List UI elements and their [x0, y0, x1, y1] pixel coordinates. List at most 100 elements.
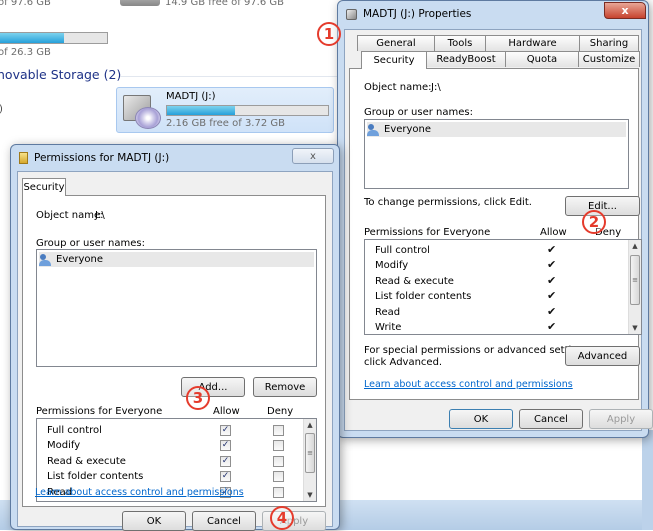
- learn-link[interactable]: Learn about access control and permissio…: [35, 487, 244, 498]
- permissions-scrollbar[interactable]: ▲ ≡ ▼: [628, 240, 641, 334]
- allow-checkbox[interactable]: ✓: [220, 471, 231, 482]
- scroll-up-icon[interactable]: ▲: [304, 419, 316, 431]
- permissions-list[interactable]: Full control Modify Read & execute List …: [364, 239, 642, 335]
- tab-security[interactable]: Security: [22, 178, 66, 196]
- list-item[interactable]: Everyone: [39, 252, 314, 267]
- remove-button[interactable]: Remove: [253, 377, 317, 397]
- left-usage-bar: [0, 32, 108, 44]
- permission-row: Modify: [47, 440, 81, 451]
- permissions-titlebar[interactable]: Permissions for MADTJ (J:): [11, 145, 339, 171]
- scroll-down-icon[interactable]: ▼: [304, 489, 316, 501]
- close-icon: x: [310, 150, 316, 162]
- cancel-button[interactable]: Cancel: [192, 511, 256, 531]
- permission-row: Read & execute: [375, 276, 454, 287]
- permission-row: List folder contents: [375, 291, 472, 302]
- annotation-badge-2: 2: [582, 210, 606, 234]
- permissions-scrollbar[interactable]: ▲ ≡ ▼: [303, 419, 316, 501]
- deny-header: Deny: [267, 406, 294, 417]
- users-icon: [39, 253, 53, 266]
- tab-general[interactable]: General: [357, 35, 435, 51]
- permission-row: Read & execute: [47, 456, 126, 467]
- permission-row: Read: [375, 307, 401, 318]
- special-permissions-text-2: click Advanced.: [364, 357, 443, 368]
- drive-name: MADTJ (J:): [166, 91, 216, 102]
- left-top-text: of 97.6 GB: [0, 0, 51, 8]
- permission-row: Modify: [375, 260, 409, 271]
- permissions-close-button[interactable]: x: [292, 148, 334, 164]
- allow-check-icon: ✔: [547, 258, 557, 271]
- tab-hardware[interactable]: Hardware: [485, 35, 580, 51]
- group-label: Group or user names:: [364, 107, 473, 118]
- properties-drive-icon: [346, 8, 357, 20]
- permissions-client: Security Object name: J:\ Group or user …: [17, 171, 333, 531]
- allow-header: Allow: [540, 227, 567, 238]
- scroll-thumb[interactable]: ≡: [630, 255, 640, 305]
- apply-button[interactable]: Apply: [589, 409, 653, 429]
- allow-check-icon: ✔: [547, 289, 557, 302]
- tab-quota[interactable]: Quota: [505, 51, 579, 67]
- scroll-up-icon[interactable]: ▲: [629, 240, 641, 252]
- allow-checkbox[interactable]: ✓: [220, 456, 231, 467]
- ok-button[interactable]: OK: [122, 511, 186, 531]
- permission-row: Write: [375, 322, 402, 333]
- properties-title: MADTJ (J:) Properties: [363, 8, 472, 20]
- deny-checkbox[interactable]: [273, 471, 284, 482]
- cancel-button[interactable]: Cancel: [519, 409, 583, 429]
- tab-tools[interactable]: Tools: [434, 35, 486, 51]
- annotation-badge-4: 4: [270, 506, 294, 530]
- allow-checkbox[interactable]: ✓: [220, 425, 231, 436]
- tab-security[interactable]: Security: [361, 51, 427, 69]
- drive-top-free-text: 14.9 GB free of 97.6 GB: [165, 0, 284, 8]
- removable-storage-heading[interactable]: novable Storage (2): [0, 67, 121, 82]
- right-frame-edge: [642, 430, 653, 530]
- properties-close-button[interactable]: x: [604, 2, 646, 19]
- advanced-button[interactable]: Advanced: [565, 346, 640, 366]
- drive-free-text: 2.16 GB free of 3.72 GB: [166, 118, 285, 129]
- security-panel: Object name: J:\ Group or user names: Ev…: [22, 195, 326, 507]
- drive-usage-bar: [166, 105, 329, 116]
- annotation-badge-3: 3: [186, 386, 210, 410]
- change-permissions-text: To change permissions, click Edit.: [364, 197, 532, 208]
- permissions-title: Permissions for MADTJ (J:): [34, 152, 170, 164]
- deny-checkbox[interactable]: [273, 456, 284, 467]
- group-label: Group or user names:: [36, 238, 145, 249]
- deny-checkbox[interactable]: [273, 487, 284, 498]
- folder-icon: [19, 152, 28, 164]
- removable-drive-icon: [121, 93, 163, 129]
- object-name-value: J:\: [95, 210, 105, 221]
- drive-top-icon: [120, 0, 160, 6]
- permission-row: List folder contents: [47, 471, 144, 482]
- paren-fragment: ): [0, 104, 3, 115]
- group-list[interactable]: Everyone: [36, 249, 317, 367]
- special-permissions-text-1: For special permissions or advanced sett…: [364, 345, 593, 356]
- ok-button[interactable]: OK: [449, 409, 513, 429]
- scroll-thumb[interactable]: ≡: [305, 433, 315, 473]
- allow-check-icon: ✔: [547, 243, 557, 256]
- scroll-down-icon[interactable]: ▼: [629, 322, 641, 334]
- security-tab-panel: Object name: J:\ Group or user names: Ev…: [349, 68, 642, 400]
- list-item[interactable]: Everyone: [367, 122, 626, 137]
- allow-checkbox[interactable]: ✓: [220, 440, 231, 451]
- group-list[interactable]: Everyone: [364, 119, 629, 189]
- object-name-value: J:\: [431, 82, 441, 93]
- allow-header: Allow: [213, 406, 240, 417]
- allow-check-icon: ✔: [547, 320, 557, 333]
- perm-header: Permissions for Everyone: [364, 227, 491, 238]
- learn-link[interactable]: Learn about access control and permissio…: [364, 379, 573, 390]
- allow-check-icon: ✔: [547, 274, 557, 287]
- heading-divider: [120, 76, 340, 77]
- close-icon: x: [621, 4, 629, 17]
- properties-titlebar[interactable]: MADTJ (J:) Properties: [338, 1, 648, 27]
- allow-check-icon: ✔: [547, 305, 557, 318]
- perm-header: Permissions for Everyone: [36, 406, 163, 417]
- deny-checkbox[interactable]: [273, 425, 284, 436]
- users-icon: [367, 123, 381, 136]
- deny-checkbox[interactable]: [273, 440, 284, 451]
- drive-tile[interactable]: MADTJ (J:) 2.16 GB free of 3.72 GB: [116, 87, 334, 133]
- tab-customize[interactable]: Customize: [578, 51, 640, 67]
- annotation-badge-1: 1: [317, 22, 341, 46]
- permissions-dialog: Permissions for MADTJ (J:) x Security Ob…: [10, 144, 340, 531]
- tab-sharing[interactable]: Sharing: [579, 35, 639, 51]
- tab-readyboost[interactable]: ReadyBoost: [426, 51, 506, 67]
- permission-row: Full control: [375, 245, 430, 256]
